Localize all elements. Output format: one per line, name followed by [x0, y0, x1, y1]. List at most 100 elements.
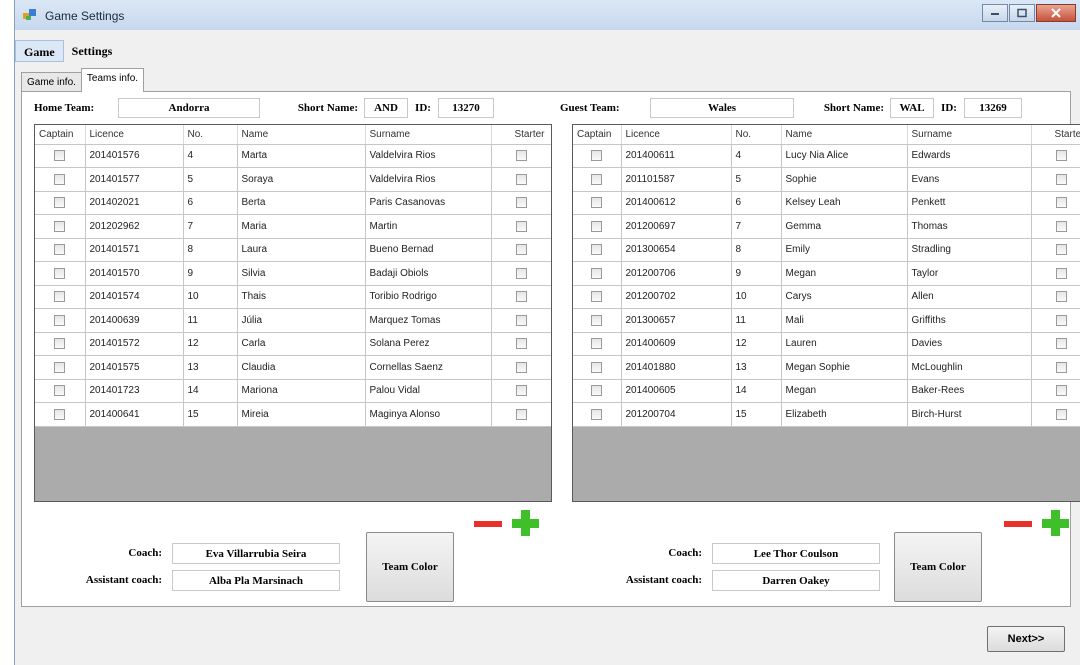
table-row[interactable]: 201400611 4 Lucy Nia Alice Edwards: [573, 144, 1080, 168]
table-row[interactable]: 201401723 14 Mariona Palou Vidal: [35, 379, 551, 403]
col-surname[interactable]: Surname: [365, 125, 492, 145]
captain-checkbox[interactable]: [591, 244, 603, 256]
starter-checkbox[interactable]: [1055, 338, 1067, 350]
table-row[interactable]: 201300657 11 Mali Griffiths: [573, 308, 1080, 333]
guest-remove-player-button[interactable]: [1002, 512, 1034, 536]
home-id-field[interactable]: 13270: [438, 98, 494, 118]
home-team-field[interactable]: Andorra: [118, 98, 260, 118]
col-name[interactable]: Name: [781, 125, 908, 145]
table-row[interactable]: 201400605 14 Megan Baker-Rees: [573, 379, 1080, 403]
table-row[interactable]: 201400612 6 Kelsey Leah Penkett: [573, 191, 1080, 215]
table-row[interactable]: 201402021 6 Berta Paris Casanovas: [35, 191, 551, 215]
col-name[interactable]: Name: [237, 125, 366, 145]
starter-checkbox[interactable]: [1055, 267, 1067, 279]
close-button[interactable]: [1036, 4, 1076, 22]
table-row[interactable]: 201400639 11 Júlia Marquez Tomas: [35, 308, 551, 333]
home-players-grid[interactable]: Captain Licence No. Name Surname Starter…: [34, 124, 552, 502]
table-row[interactable]: 201401570 9 Silvia Badaji Obiols: [35, 261, 551, 286]
menu-settings[interactable]: Settings: [64, 40, 121, 62]
guest-team-color-button[interactable]: Team Color: [894, 532, 982, 602]
guest-add-player-button[interactable]: [1040, 508, 1072, 536]
col-licence[interactable]: Licence: [621, 125, 732, 145]
table-row[interactable]: 201200697 7 Gemma Thomas: [573, 214, 1080, 239]
table-row[interactable]: 201400641 15 Mireia Maginya Alonso: [35, 402, 551, 427]
captain-checkbox[interactable]: [54, 361, 66, 373]
table-row[interactable]: 201401572 12 Carla Solana Perez: [35, 332, 551, 356]
captain-checkbox[interactable]: [591, 408, 603, 420]
starter-checkbox[interactable]: [515, 338, 527, 350]
starter-checkbox[interactable]: [1055, 173, 1067, 185]
guest-players-grid[interactable]: Captain Licence No. Name Surname Starter…: [572, 124, 1080, 502]
captain-checkbox[interactable]: [54, 291, 66, 303]
captain-checkbox[interactable]: [54, 314, 66, 326]
captain-checkbox[interactable]: [591, 267, 603, 279]
table-row[interactable]: 201200704 15 Elizabeth Birch-Hurst: [573, 402, 1080, 427]
starter-checkbox[interactable]: [1055, 408, 1067, 420]
home-short-field[interactable]: AND: [364, 98, 408, 118]
col-starter[interactable]: Starter: [1031, 125, 1080, 145]
captain-checkbox[interactable]: [54, 173, 66, 185]
captain-checkbox[interactable]: [591, 314, 603, 326]
table-row[interactable]: 201401575 13 Claudia Cornellas Saenz: [35, 355, 551, 380]
col-no[interactable]: No.: [183, 125, 238, 145]
tab-game-info[interactable]: Game info.: [21, 72, 82, 92]
captain-checkbox[interactable]: [591, 291, 603, 303]
starter-checkbox[interactable]: [1055, 314, 1067, 326]
table-row[interactable]: 201200702 10 Carys Allen: [573, 285, 1080, 309]
starter-checkbox[interactable]: [1055, 291, 1067, 303]
table-row[interactable]: 201401571 8 Laura Bueno Bernad: [35, 238, 551, 262]
tab-teams-info[interactable]: Teams info.: [80, 68, 145, 92]
table-row[interactable]: 201200706 9 Megan Taylor: [573, 261, 1080, 286]
guest-id-field[interactable]: 13269: [964, 98, 1022, 118]
starter-checkbox[interactable]: [515, 408, 527, 420]
captain-checkbox[interactable]: [54, 385, 66, 397]
captain-checkbox[interactable]: [54, 244, 66, 256]
home-coach-field[interactable]: Eva Villarrubia Seira: [172, 543, 340, 564]
starter-checkbox[interactable]: [1055, 361, 1067, 373]
starter-checkbox[interactable]: [515, 361, 527, 373]
starter-checkbox[interactable]: [515, 150, 527, 162]
captain-checkbox[interactable]: [591, 173, 603, 185]
table-row[interactable]: 201401576 4 Marta Valdelvira Rios: [35, 144, 551, 168]
col-captain[interactable]: Captain: [35, 125, 86, 145]
home-remove-player-button[interactable]: [472, 512, 504, 536]
home-assistant-field[interactable]: Alba Pla Marsinach: [172, 570, 340, 591]
table-row[interactable]: 201202962 7 Maria Martin: [35, 214, 551, 239]
guest-coach-field[interactable]: Lee Thor Coulson: [712, 543, 880, 564]
home-team-color-button[interactable]: Team Color: [366, 532, 454, 602]
col-starter[interactable]: Starter: [491, 125, 551, 145]
starter-checkbox[interactable]: [515, 267, 527, 279]
captain-checkbox[interactable]: [54, 220, 66, 232]
starter-checkbox[interactable]: [515, 244, 527, 256]
guest-assistant-field[interactable]: Darren Oakey: [712, 570, 880, 591]
captain-checkbox[interactable]: [54, 267, 66, 279]
table-row[interactable]: 201401577 5 Soraya Valdelvira Rios: [35, 167, 551, 192]
table-row[interactable]: 201300654 8 Emily Stradling: [573, 238, 1080, 262]
col-captain[interactable]: Captain: [573, 125, 622, 145]
starter-checkbox[interactable]: [1055, 150, 1067, 162]
menu-game[interactable]: Game: [15, 40, 64, 62]
captain-checkbox[interactable]: [591, 197, 603, 209]
starter-checkbox[interactable]: [515, 385, 527, 397]
starter-checkbox[interactable]: [515, 291, 527, 303]
col-licence[interactable]: Licence: [85, 125, 184, 145]
table-row[interactable]: 201400609 12 Lauren Davies: [573, 332, 1080, 356]
table-row[interactable]: 201101587 5 Sophie Evans: [573, 167, 1080, 192]
next-button[interactable]: Next>>: [987, 626, 1065, 652]
starter-checkbox[interactable]: [515, 220, 527, 232]
starter-checkbox[interactable]: [515, 173, 527, 185]
minimize-button[interactable]: [982, 4, 1008, 22]
starter-checkbox[interactable]: [1055, 244, 1067, 256]
col-surname[interactable]: Surname: [907, 125, 1032, 145]
guest-team-field[interactable]: Wales: [650, 98, 794, 118]
guest-short-field[interactable]: WAL: [890, 98, 934, 118]
captain-checkbox[interactable]: [591, 361, 603, 373]
maximize-button[interactable]: [1009, 4, 1035, 22]
starter-checkbox[interactable]: [1055, 220, 1067, 232]
captain-checkbox[interactable]: [591, 220, 603, 232]
captain-checkbox[interactable]: [591, 385, 603, 397]
captain-checkbox[interactable]: [591, 338, 603, 350]
starter-checkbox[interactable]: [515, 197, 527, 209]
starter-checkbox[interactable]: [1055, 197, 1067, 209]
captain-checkbox[interactable]: [54, 408, 66, 420]
